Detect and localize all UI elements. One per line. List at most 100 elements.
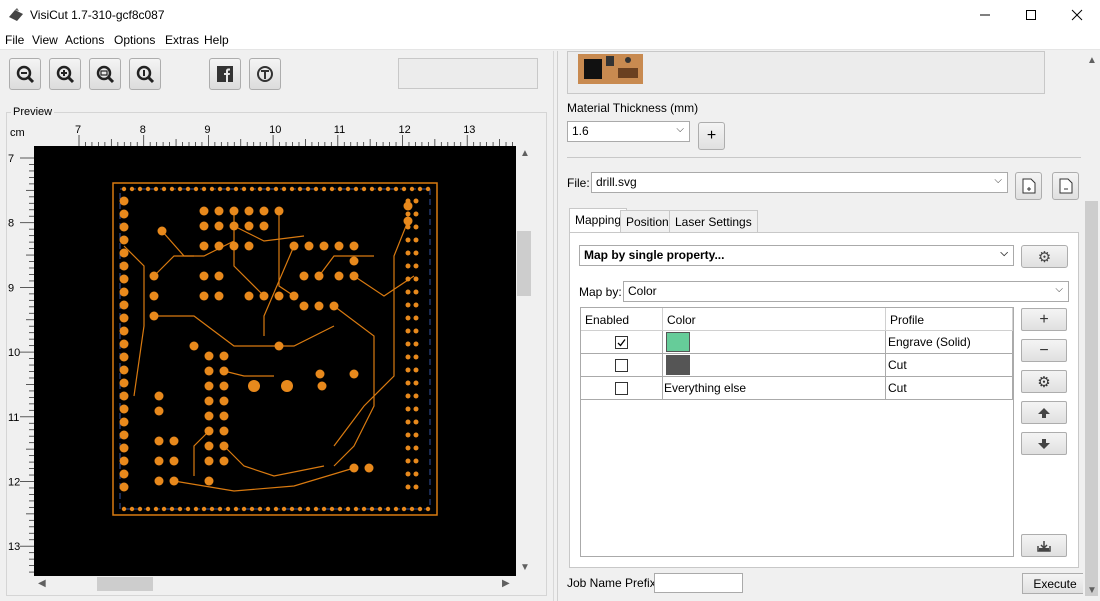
pcb-pad <box>259 221 269 231</box>
menu-help[interactable]: Help <box>204 33 229 47</box>
profile-cell[interactable]: Cut <box>886 377 1013 400</box>
mapping-mode-select[interactable]: Map by single property... ⌵ <box>579 245 1014 266</box>
map-by-select[interactable]: Color ⌵ <box>623 281 1069 302</box>
pcb-pad <box>249 186 255 192</box>
mapping-mode-value: Map by single property... <box>584 248 725 262</box>
scroll-right-icon[interactable]: ▶ <box>502 578 510 589</box>
plus-icon: + <box>1039 310 1049 328</box>
profile-cell[interactable]: Engrave (Solid) <box>886 331 1013 354</box>
pcb-trace <box>223 445 325 477</box>
mapping-table[interactable]: Enabled Color Profile Engrave (Solid) Cu… <box>580 307 1014 557</box>
zoom-fit-button[interactable] <box>89 58 121 90</box>
pcb-pad <box>281 380 293 392</box>
color-cell[interactable]: Everything else <box>663 377 886 400</box>
download-icon <box>1037 540 1051 552</box>
pcb-drawing[interactable] <box>34 146 516 576</box>
menu-options[interactable]: Options <box>114 33 155 47</box>
settings-vertical-scrollbar[interactable]: ▲ ▼ <box>1083 51 1100 601</box>
menu-view[interactable]: View <box>32 33 58 47</box>
table-row[interactable] <box>581 354 663 377</box>
zoom-out-button[interactable] <box>9 58 41 90</box>
color-cell[interactable] <box>663 331 886 354</box>
remove-mapping-button[interactable]: − <box>1021 339 1067 362</box>
zoom-in-button[interactable] <box>49 58 81 90</box>
scroll-left-icon[interactable]: ◀ <box>38 578 46 589</box>
pcb-pad <box>137 186 143 192</box>
chevron-down-icon: ⌵ <box>994 175 1002 186</box>
add-thickness-button[interactable]: + <box>698 122 725 150</box>
profile-cell[interactable]: Cut <box>886 354 1013 377</box>
minimize-button[interactable] <box>962 0 1008 30</box>
add-file-button[interactable] <box>1015 172 1042 200</box>
pcb-pad <box>299 301 309 311</box>
pcb-pad <box>214 291 224 301</box>
scrollbar-thumb[interactable] <box>97 577 153 591</box>
pcb-pad <box>119 261 129 271</box>
scroll-down-icon[interactable]: ▼ <box>1087 585 1097 596</box>
pcb-pad <box>317 381 327 391</box>
scroll-up-icon[interactable]: ▲ <box>1087 55 1097 66</box>
pcb-pad <box>405 263 411 269</box>
pcb-pad <box>119 196 129 206</box>
pcb-pad <box>413 328 419 334</box>
file-select[interactable]: drill.svg ⌵ <box>591 172 1008 193</box>
facebook-button[interactable] <box>209 58 241 90</box>
enabled-checkbox[interactable] <box>615 359 628 372</box>
add-mapping-button[interactable]: + <box>1021 308 1067 331</box>
ruler-tick-label: 8 <box>140 124 146 136</box>
scrollbar-thumb[interactable] <box>517 231 531 296</box>
maximize-button[interactable] <box>1008 0 1054 30</box>
execute-button[interactable]: Execute <box>1022 573 1088 594</box>
pcb-trace <box>193 430 210 476</box>
pcb-pad <box>145 186 151 192</box>
pcb-pad <box>177 506 183 512</box>
mapping-settings-button[interactable]: ⚙ <box>1021 245 1068 268</box>
preview-vertical-scrollbar[interactable]: ▲ ▼ <box>516 146 532 576</box>
job-name-prefix-input[interactable] <box>654 573 743 593</box>
color-cell[interactable] <box>663 354 886 377</box>
enabled-checkbox[interactable] <box>615 382 628 395</box>
table-row[interactable] <box>581 377 663 400</box>
pcb-pad <box>119 404 129 414</box>
scrollbar-thumb[interactable] <box>1085 201 1098 596</box>
menu-actions[interactable]: Actions <box>65 33 104 47</box>
column-header-profile[interactable]: Profile <box>886 308 1013 331</box>
mapping-row-settings-button[interactable]: ⚙ <box>1021 370 1067 393</box>
tab-position[interactable]: Position <box>620 210 675 232</box>
thingiverse-button[interactable] <box>249 58 281 90</box>
tab-mapping[interactable]: Mapping <box>569 208 628 232</box>
menu-file[interactable]: File <box>5 33 24 47</box>
pcb-pad <box>289 291 299 301</box>
pcb-pad <box>345 186 351 192</box>
pcb-pad <box>219 456 229 466</box>
pcb-pad <box>209 186 215 192</box>
scroll-up-icon[interactable]: ▲ <box>520 148 530 159</box>
enabled-checkbox[interactable] <box>615 336 628 349</box>
pcb-pad <box>204 456 214 466</box>
pcb-pad <box>265 186 271 192</box>
job-name-prefix-label: Job Name Prefix: <box>567 576 660 590</box>
scroll-down-icon[interactable]: ▼ <box>520 562 530 573</box>
column-header-enabled[interactable]: Enabled <box>581 308 663 331</box>
ruler-tick-label: 13 <box>8 541 20 553</box>
pcb-pad <box>413 315 419 321</box>
preview-canvas[interactable] <box>34 146 516 576</box>
pcb-pad <box>225 186 231 192</box>
table-row[interactable] <box>581 331 663 354</box>
preview-horizontal-scrollbar[interactable]: ◀ ▶ <box>34 576 516 593</box>
pcb-pad <box>119 469 129 479</box>
pcb-pad <box>121 506 127 512</box>
zoom-100-button[interactable] <box>129 58 161 90</box>
pcb-pad <box>349 271 359 281</box>
close-button[interactable] <box>1054 0 1100 30</box>
pcb-pad <box>169 436 179 446</box>
save-mapping-button[interactable] <box>1021 534 1067 557</box>
move-up-button[interactable] <box>1021 401 1067 424</box>
move-down-button[interactable] <box>1021 432 1067 455</box>
remove-file-button[interactable] <box>1052 172 1079 200</box>
material-thickness-select[interactable]: 1.6 ⌵ <box>567 121 690 142</box>
column-header-color[interactable]: Color <box>663 308 886 331</box>
tab-laser-settings[interactable]: Laser Settings <box>669 210 758 232</box>
menu-extras[interactable]: Extras <box>165 33 199 47</box>
pcb-pad <box>149 291 159 301</box>
